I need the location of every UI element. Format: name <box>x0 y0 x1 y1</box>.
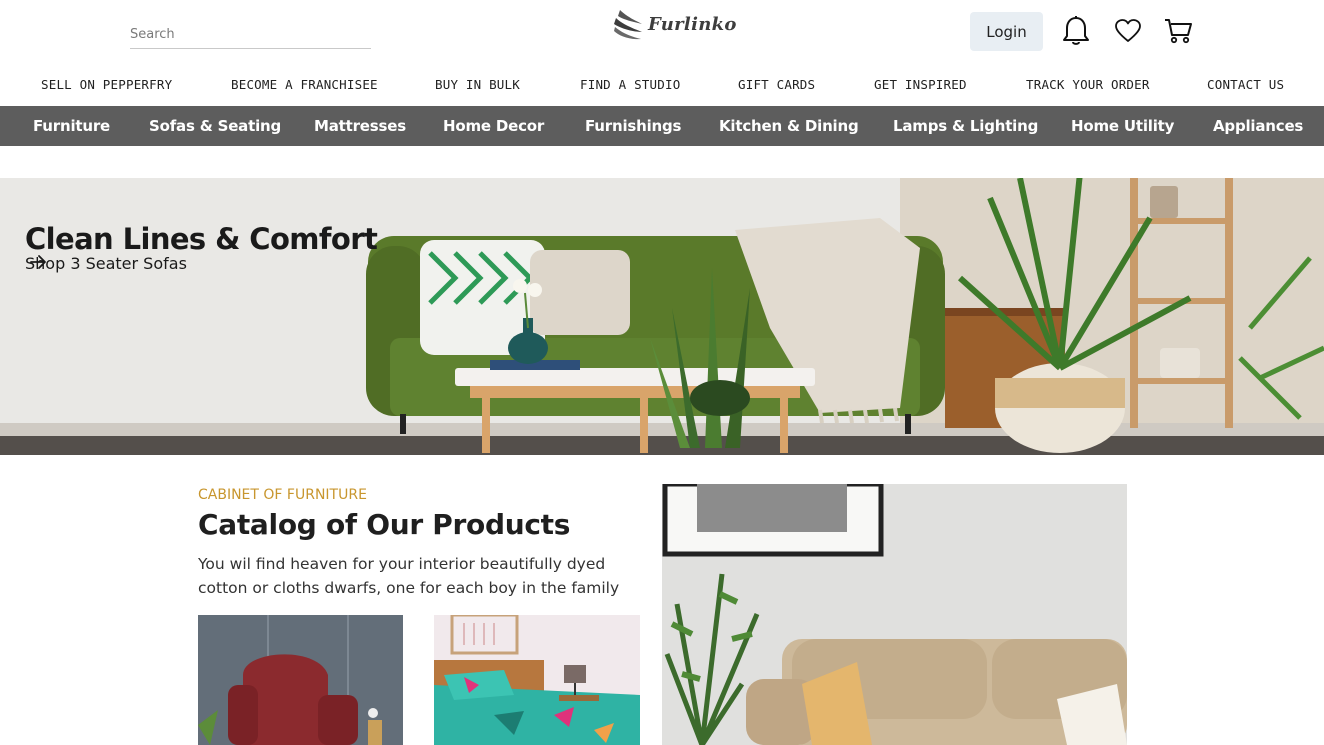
category-appliances[interactable]: Appliances <box>1213 106 1303 146</box>
cart-icon[interactable] <box>1162 14 1194 48</box>
category-furnishings[interactable]: Furnishings <box>585 106 681 146</box>
util-link-studio[interactable]: FIND A STUDIO <box>580 77 680 92</box>
util-link-sell[interactable]: SELL ON PEPPERFRY <box>41 77 172 92</box>
util-link-gift-cards[interactable]: GIFT CARDS <box>738 77 815 92</box>
catalog-eyebrow: CABINET OF FURNITURE <box>198 487 367 503</box>
category-sofas-seating[interactable]: Sofas & Seating <box>149 106 281 146</box>
category-kitchen-dining[interactable]: Kitchen & Dining <box>719 106 859 146</box>
heart-icon[interactable] <box>1112 14 1144 48</box>
brand-logo[interactable]: Furlinko <box>612 4 737 44</box>
login-button[interactable]: Login <box>970 12 1043 51</box>
logo-mark-icon <box>614 10 642 40</box>
util-link-franchisee[interactable]: BECOME A FRANCHISEE <box>231 77 378 92</box>
hero-title: Clean Lines & Comfort <box>25 222 378 256</box>
util-link-bulk[interactable]: BUY IN BULK <box>435 77 520 92</box>
catalog-description: You wil find heaven for your interior be… <box>198 555 620 597</box>
search-box[interactable] <box>130 22 371 49</box>
armchair-image <box>198 615 403 745</box>
category-furniture[interactable]: Furniture <box>33 106 110 146</box>
category-nav: Furniture Sofas & Seating Mattresses Hom… <box>0 106 1324 146</box>
catalog-title: Catalog of Our Products <box>198 508 571 541</box>
category-lamps-lighting[interactable]: Lamps & Lighting <box>893 106 1038 146</box>
hero-shop-link[interactable]: Shop 3 Seater Sofas <box>25 254 187 273</box>
util-link-contact[interactable]: CONTACT US <box>1207 77 1284 92</box>
arrow-right-icon <box>30 255 46 269</box>
site-header: Furlinko Login <box>0 0 1324 66</box>
product-card-bedsheet[interactable] <box>434 615 640 745</box>
brand-name: Furlinko <box>648 13 737 35</box>
hero-subtitle: Shop 3 Seater Sofas <box>25 254 187 273</box>
util-link-inspired[interactable]: GET INSPIRED <box>874 77 967 92</box>
living-room-image <box>662 484 1127 745</box>
category-home-decor[interactable]: Home Decor <box>443 106 544 146</box>
category-mattresses[interactable]: Mattresses <box>314 106 406 146</box>
bedsheet-image <box>434 615 640 745</box>
util-link-track-order[interactable]: TRACK YOUR ORDER <box>1026 77 1150 92</box>
product-card-armchair[interactable] <box>198 615 403 745</box>
hero-sofa-illustration <box>0 178 1324 455</box>
hero-banner[interactable]: Clean Lines & Comfort Shop 3 Seater Sofa… <box>0 178 1324 455</box>
search-input[interactable] <box>130 22 371 46</box>
bell-icon[interactable] <box>1060 14 1092 48</box>
category-home-utility[interactable]: Home Utility <box>1071 106 1174 146</box>
